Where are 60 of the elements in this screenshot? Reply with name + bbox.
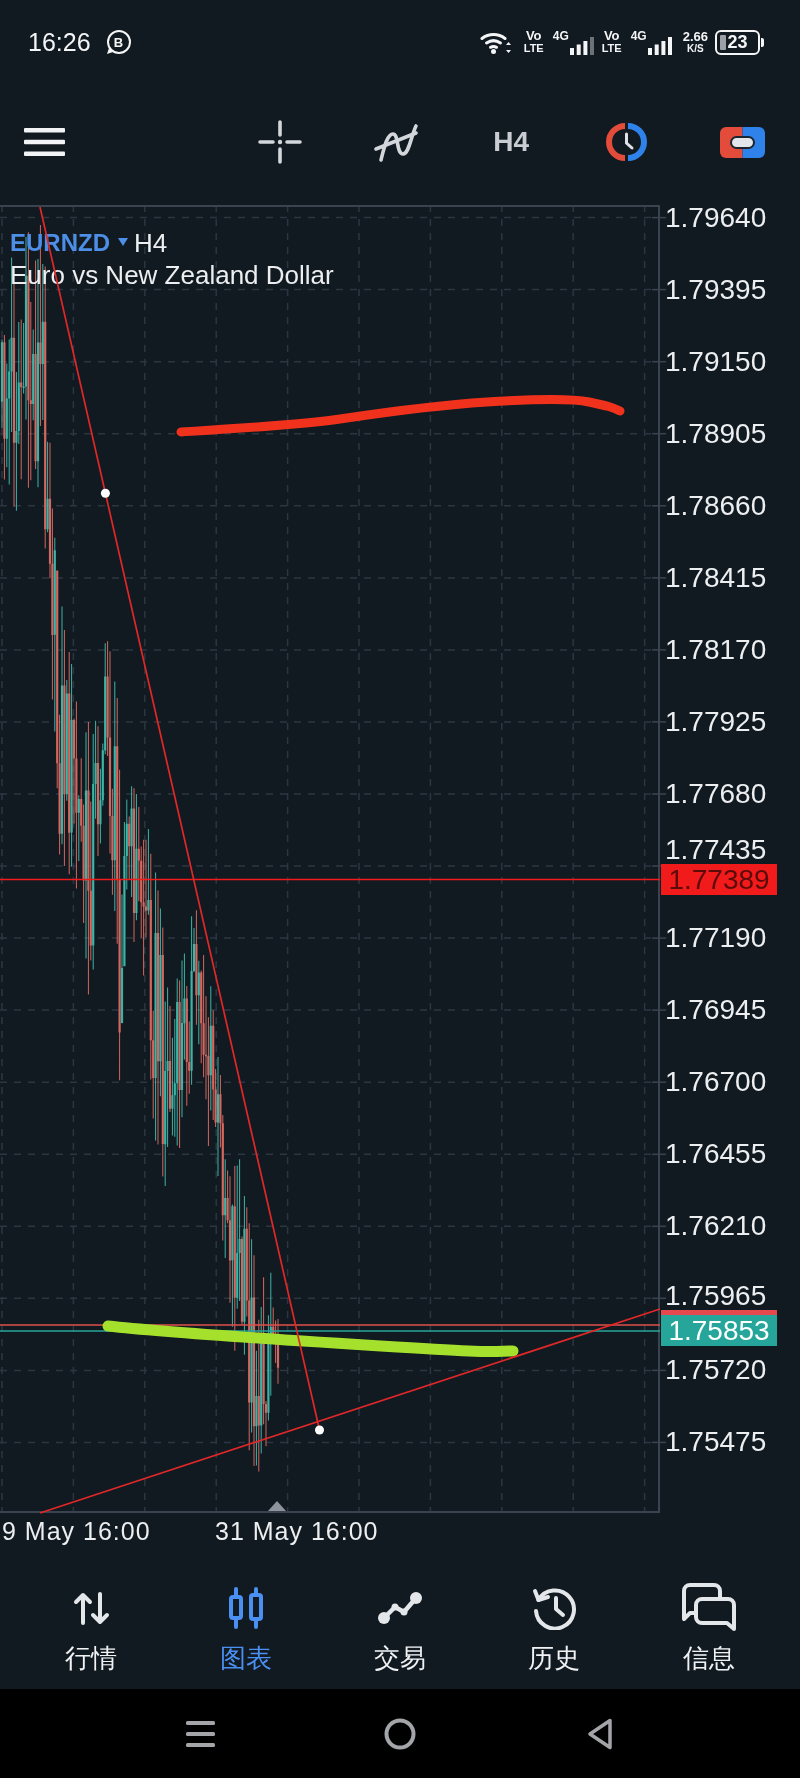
nav-tab[interactable]: 交易 bbox=[322, 1570, 478, 1689]
price-label: 1.75965 bbox=[665, 1284, 767, 1308]
caret-icon[interactable] bbox=[118, 237, 128, 246]
timeframe-label: H4 bbox=[134, 228, 168, 258]
speed-value: 2.66 bbox=[682, 30, 708, 43]
home-icon[interactable] bbox=[384, 1717, 416, 1750]
nav-tab[interactable]: 行情 bbox=[14, 1570, 169, 1689]
chat-bubbles-icon bbox=[681, 1583, 736, 1633]
timeframe-button[interactable]: H4 bbox=[493, 125, 530, 159]
candlestick-icon bbox=[226, 1587, 265, 1629]
price-label: 1.78170 bbox=[665, 637, 767, 662]
price-label: 1.77190 bbox=[665, 926, 767, 951]
network-type-label: 4G bbox=[630, 29, 647, 42]
status-time: 16:26 bbox=[28, 27, 91, 57]
price-label: 1.75475 bbox=[665, 1430, 767, 1455]
nav-tab[interactable]: 历史 bbox=[477, 1570, 632, 1689]
network-label: Vo bbox=[603, 30, 620, 42]
nav-tab[interactable]: 信息 bbox=[631, 1570, 786, 1689]
price-label: 1.77680 bbox=[665, 782, 767, 806]
network-label: Vo bbox=[525, 30, 542, 42]
speed-unit: K/S bbox=[687, 43, 704, 54]
date-label: 9 May 16:00 bbox=[2, 1516, 151, 1546]
network-type-label: 4G bbox=[552, 29, 569, 42]
anchor-point-icon[interactable] bbox=[100, 488, 110, 498]
battery-indicator: 23 bbox=[715, 29, 764, 55]
price-label: 1.78905 bbox=[665, 421, 767, 446]
price-label: 1.77435 bbox=[665, 838, 767, 862]
price-label: 1.79640 bbox=[665, 205, 767, 230]
price-tag: 1.77389 bbox=[661, 864, 777, 895]
signal-icon bbox=[569, 36, 594, 55]
line-chart-icon bbox=[377, 1591, 423, 1625]
network-label: LTE bbox=[523, 42, 544, 54]
price-tag: 1.75853 bbox=[661, 1310, 777, 1346]
price-label: 1.79150 bbox=[665, 349, 767, 374]
history-icon bbox=[531, 1586, 578, 1630]
nav-tab[interactable]: 图表 bbox=[168, 1570, 323, 1689]
price-label: 1.78415 bbox=[665, 565, 767, 590]
price-label: 1.77925 bbox=[665, 709, 767, 734]
triangle-marker-icon bbox=[268, 1501, 286, 1511]
network-label: LTE bbox=[601, 42, 622, 54]
price-label: 1.79395 bbox=[665, 277, 767, 302]
price-label: 1.76455 bbox=[665, 1142, 767, 1167]
clock-icon[interactable] bbox=[604, 123, 650, 161]
up-down-arrows-icon bbox=[72, 1591, 110, 1625]
anchor-point-icon[interactable] bbox=[315, 1425, 324, 1435]
toggle-icon[interactable] bbox=[719, 126, 765, 158]
curve-icon[interactable] bbox=[372, 121, 419, 163]
price-label: 1.78660 bbox=[665, 493, 767, 518]
price-label: 1.75720 bbox=[665, 1358, 767, 1383]
app-badge-icon: B bbox=[106, 30, 131, 54]
back-icon[interactable] bbox=[587, 1717, 613, 1750]
menu-icon[interactable] bbox=[24, 128, 65, 156]
price-label: 1.76210 bbox=[665, 1214, 767, 1239]
menu-icon[interactable] bbox=[185, 1720, 215, 1747]
trend-line[interactable] bbox=[39, 1308, 661, 1514]
price-label: 1.76700 bbox=[665, 1070, 767, 1095]
date-label: 31 May 16:00 bbox=[215, 1516, 379, 1546]
crosshair-icon[interactable] bbox=[258, 120, 303, 164]
price-label: 1.76945 bbox=[665, 998, 767, 1023]
signal-icon bbox=[647, 36, 672, 55]
